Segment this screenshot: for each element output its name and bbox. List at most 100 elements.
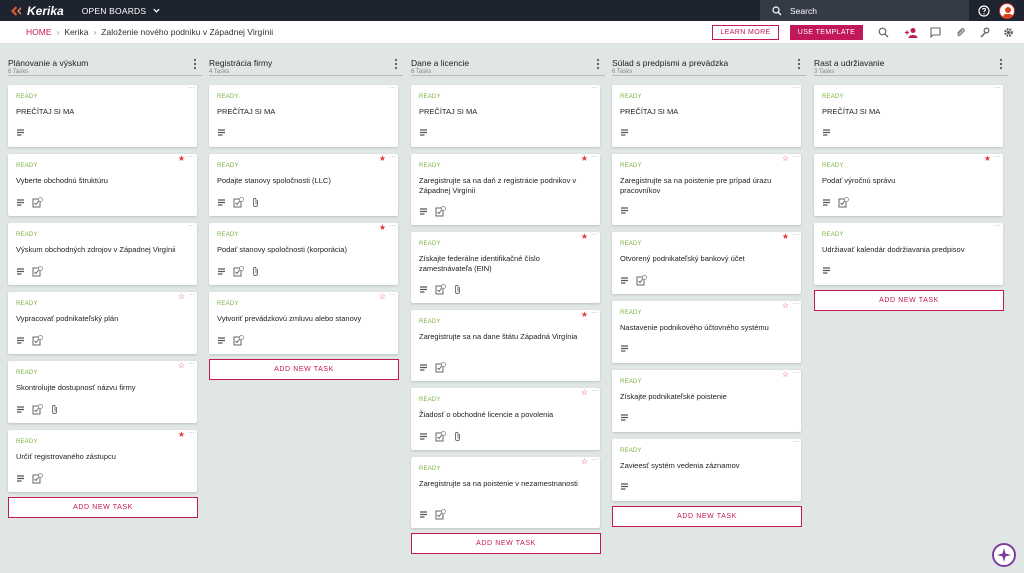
task-card[interactable]: READY Zaregistrujte sa na poistenie pre p… [612, 154, 801, 225]
card-menu-icon[interactable]: ⋯ [591, 154, 598, 162]
card-menu-icon[interactable]: ⋯ [792, 439, 799, 447]
star-filled-icon[interactable]: ★ [379, 224, 386, 232]
add-new-task-button[interactable]: ADD NEW TASK [411, 533, 601, 554]
card-menu-icon[interactable]: ⋯ [188, 223, 195, 231]
task-card[interactable]: READY Zavieesť systém vedenia záznamov ⋯ [612, 439, 801, 501]
card-menu-icon[interactable]: ⋯ [591, 457, 598, 465]
card-menu-icon[interactable]: ⋯ [389, 223, 396, 231]
breadcrumb-kerika[interactable]: Kerika [64, 27, 88, 37]
task-card[interactable]: READY Podajte stanovy spoločnosti (LLC) ★ ⋯ [209, 154, 398, 216]
add-new-task-button[interactable]: ADD NEW TASK [8, 497, 198, 518]
task-card[interactable]: READY Otvorený podnikateľský bankový účet… [612, 232, 801, 294]
task-card[interactable]: READY PREČÍTAJ SI MA ⋯ [411, 85, 600, 147]
task-card[interactable]: READY Žiadosť o obchodné licencie a povol… [411, 388, 600, 450]
star-outline-icon[interactable]: ☆ [782, 155, 789, 163]
card-menu-icon[interactable]: ⋯ [994, 223, 1001, 231]
task-card[interactable]: READY PREČÍTAJ SI MA ⋯ [8, 85, 197, 147]
task-card[interactable]: READY Vytvoriť prevádzkovú zmluvu alebo s… [209, 292, 398, 354]
task-card[interactable]: READY Určiť registrovaného zástupcu ★ ⋯ [8, 430, 197, 492]
card-menu-icon[interactable]: ⋯ [188, 430, 195, 438]
card-menu-icon[interactable]: ⋯ [591, 310, 598, 318]
add-person-icon[interactable] [905, 27, 918, 38]
kerika-assistant-button[interactable] [992, 543, 1016, 567]
column-menu-icon[interactable] [595, 58, 601, 70]
task-card[interactable]: READY Udržiavať kalendár dodržiavania pre… [814, 223, 1003, 285]
column-menu-icon[interactable] [796, 58, 802, 70]
card-menu-icon[interactable]: ⋯ [591, 232, 598, 240]
star-filled-icon[interactable]: ★ [581, 233, 588, 241]
star-outline-icon[interactable]: ☆ [178, 362, 185, 370]
star-filled-icon[interactable]: ★ [178, 431, 185, 439]
star-outline-icon[interactable]: ☆ [581, 389, 588, 397]
breadcrumb-home[interactable]: HOME [26, 27, 52, 37]
column-header[interactable]: Plánovanie a výskum 6 Tasks [8, 58, 202, 75]
star-filled-icon[interactable]: ★ [379, 155, 386, 163]
search-board-icon[interactable] [878, 27, 889, 38]
task-card[interactable]: READY Nastavenie podnikového účtovného sy… [612, 301, 801, 363]
star-outline-icon[interactable]: ☆ [178, 293, 185, 301]
column-menu-icon[interactable] [393, 58, 399, 70]
star-filled-icon[interactable]: ★ [782, 233, 789, 241]
app-logo[interactable]: Kerika [9, 4, 64, 18]
card-menu-icon[interactable]: ⋯ [188, 85, 195, 93]
card-menu-icon[interactable]: ⋯ [792, 232, 799, 240]
task-card[interactable]: READY PREČÍTAJ SI MA ⋯ [814, 85, 1003, 147]
column-header[interactable]: Registrácia firmy 4 Tasks [209, 58, 403, 75]
task-card[interactable]: READY Podať výročnú správu ★ ⋯ [814, 154, 1003, 216]
learn-more-button[interactable]: LEARN MORE [712, 25, 779, 40]
card-menu-icon[interactable]: ⋯ [792, 301, 799, 309]
add-new-task-button[interactable]: ADD NEW TASK [209, 359, 399, 380]
card-menu-icon[interactable]: ⋯ [389, 292, 396, 300]
star-outline-icon[interactable]: ☆ [379, 293, 386, 301]
attachment-icon[interactable] [955, 27, 966, 38]
card-menu-icon[interactable]: ⋯ [792, 370, 799, 378]
task-card[interactable]: READY Podať stanovy spoločnosti (korporác… [209, 223, 398, 285]
wrench-icon[interactable] [979, 27, 990, 38]
card-menu-icon[interactable]: ⋯ [792, 154, 799, 162]
task-card[interactable]: READY Zaregistrujte sa na poistenie v nez… [411, 457, 600, 528]
task-card[interactable]: READY Získajte podnikateľské poistenie ☆ ⋯ [612, 370, 801, 432]
star-filled-icon[interactable]: ★ [178, 155, 185, 163]
task-card[interactable]: READY Vypracovať podnikateľský plán ☆ ⋯ [8, 292, 197, 354]
star-filled-icon[interactable]: ★ [984, 155, 991, 163]
task-card[interactable]: READY Zaregistrujte sa na dane štátu Zápa… [411, 310, 600, 381]
card-menu-icon[interactable]: ⋯ [188, 292, 195, 300]
task-card[interactable]: READY PREČÍTAJ SI MA ⋯ [612, 85, 801, 147]
task-card[interactable]: READY Vyberte obchodnú štruktúru ★ ⋯ [8, 154, 197, 216]
help-icon[interactable] [978, 5, 990, 17]
star-filled-icon[interactable]: ★ [581, 155, 588, 163]
column-menu-icon[interactable] [998, 58, 1004, 70]
column-header[interactable]: Súlad s predpismi a prevádzka 6 Tasks [612, 58, 806, 75]
logo-text: Kerika [27, 3, 64, 18]
avatar[interactable] [999, 3, 1015, 19]
task-card[interactable]: READY Získajte federálne identifikačné čí… [411, 232, 600, 303]
card-menu-icon[interactable]: ⋯ [792, 85, 799, 93]
card-menu-icon[interactable]: ⋯ [591, 388, 598, 396]
task-card[interactable]: READY PREČÍTAJ SI MA ⋯ [209, 85, 398, 147]
card-menu-icon[interactable]: ⋯ [994, 85, 1001, 93]
column-header[interactable]: Rast a udržiavanie 3 Tasks [814, 58, 1008, 75]
gear-icon[interactable] [1003, 27, 1014, 38]
card-menu-icon[interactable]: ⋯ [188, 154, 195, 162]
chat-icon[interactable] [930, 27, 941, 38]
add-new-task-button[interactable]: ADD NEW TASK [814, 290, 1004, 311]
card-menu-icon[interactable]: ⋯ [994, 154, 1001, 162]
task-card[interactable]: READY Zaregistrujte sa na daň z registrác… [411, 154, 600, 225]
column-header[interactable]: Dane a licencie 6 Tasks [411, 58, 605, 75]
card-menu-icon[interactable]: ⋯ [188, 361, 195, 369]
card-menu-icon[interactable]: ⋯ [389, 85, 396, 93]
column-menu-icon[interactable] [192, 58, 198, 70]
star-outline-icon[interactable]: ☆ [782, 371, 789, 379]
task-card[interactable]: READY Skontrolujte dostupnosť názvu firmy… [8, 361, 197, 423]
card-menu-icon[interactable]: ⋯ [389, 154, 396, 162]
add-new-task-button[interactable]: ADD NEW TASK [612, 506, 802, 527]
card-menu-icon[interactable]: ⋯ [591, 85, 598, 93]
star-filled-icon[interactable]: ★ [581, 311, 588, 319]
star-outline-icon[interactable]: ☆ [581, 458, 588, 466]
task-card[interactable]: READY Výskum obchodných zdrojov v Západne… [8, 223, 197, 285]
open-boards-menu[interactable]: OPEN BOARDS [82, 6, 162, 16]
logo-icon [11, 5, 21, 16]
search-input[interactable]: Search [760, 0, 969, 21]
use-template-button[interactable]: USE TEMPLATE [790, 25, 863, 40]
star-outline-icon[interactable]: ☆ [782, 302, 789, 310]
